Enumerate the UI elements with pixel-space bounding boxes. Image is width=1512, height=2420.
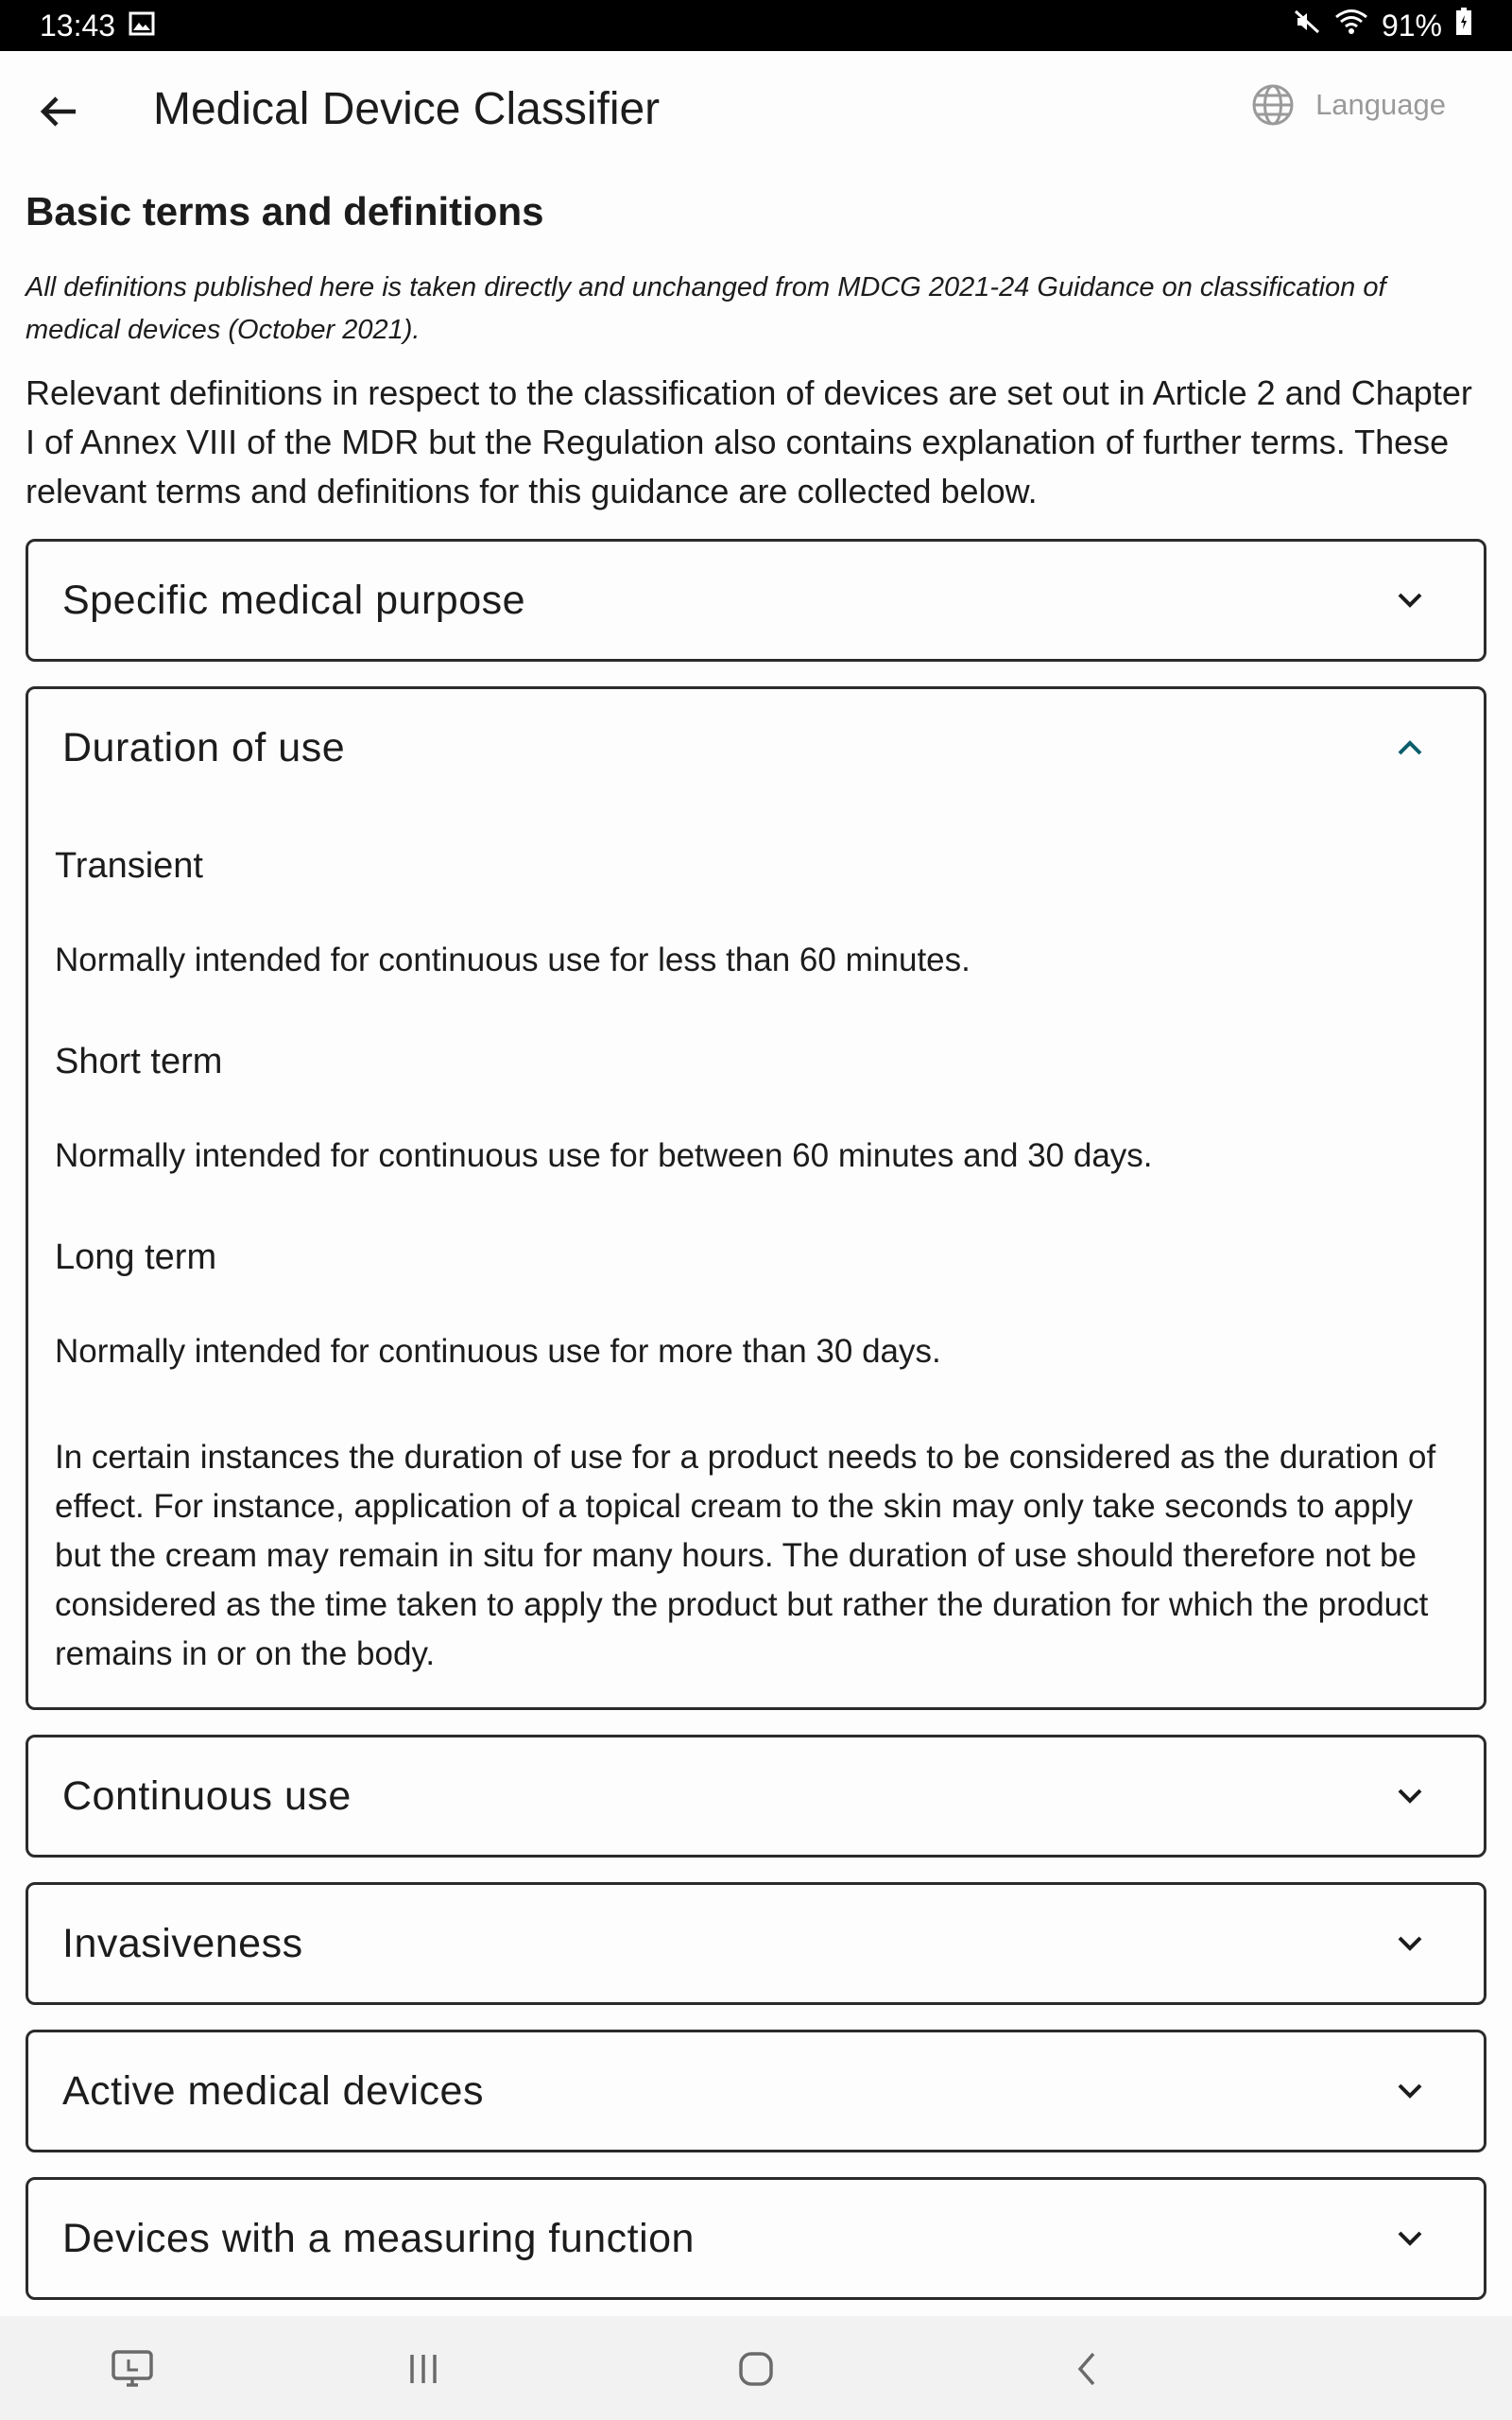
wifi-icon (1334, 8, 1368, 43)
system-back-button[interactable] (1060, 2342, 1113, 2395)
app-bar: Medical Device Classifier Language (0, 51, 1512, 168)
term-definition: Normally intended for continuous use for… (55, 942, 971, 978)
accordion-item-duration-of-use: Duration of use Transient Normally inten… (26, 686, 1486, 1710)
recents-icon (410, 2355, 437, 2383)
source-note: All definitions published here is taken … (26, 272, 1386, 345)
accordion-title: Invasiveness (62, 1920, 303, 1966)
system-nav-bar (0, 2316, 1512, 2420)
chevron-left-icon (1077, 2352, 1095, 2386)
chevron-down-icon (1389, 1775, 1431, 1817)
accordion-header[interactable]: Invasiveness (28, 1885, 1484, 2002)
accordion-header[interactable]: Devices with a measuring function (28, 2180, 1484, 2297)
accordion-item-specific-medical-purpose: Specific medical purpose (26, 539, 1486, 662)
home-button[interactable] (730, 2342, 782, 2395)
app-title: Medical Device Classifier (153, 84, 661, 134)
accordion-item-measuring-function: Devices with a measuring function (26, 2177, 1486, 2300)
accordion-item-continuous-use: Continuous use (26, 1735, 1486, 1858)
battery-icon (1455, 8, 1472, 43)
chevron-up-icon (1389, 727, 1431, 769)
screenshot-button[interactable] (106, 2342, 159, 2395)
page-content: Basic terms and definitions All definiti… (26, 168, 1486, 2325)
term-definition: Normally intended for continuous use for… (55, 1333, 941, 1370)
globe-icon (1252, 84, 1294, 126)
back-button[interactable] (28, 81, 89, 142)
accordion-title: Duration of use (62, 724, 346, 770)
mute-icon (1293, 8, 1321, 43)
screen-capture-icon (112, 2350, 153, 2387)
recent-apps-button[interactable] (397, 2342, 450, 2395)
arrow-left-icon (40, 96, 76, 127)
accordion-body: Transient Normally intended for continuo… (28, 806, 1484, 1707)
home-icon (739, 2352, 773, 2386)
term-title: Short term (55, 1042, 223, 1081)
accordion-header[interactable]: Active medical devices (28, 2032, 1484, 2150)
language-label: Language (1315, 88, 1446, 121)
chevron-down-icon (1389, 579, 1431, 621)
accordion-item-invasiveness: Invasiveness (26, 1882, 1486, 2005)
chevron-down-icon (1389, 2218, 1431, 2259)
accordion-title: Devices with a measuring function (62, 2215, 695, 2261)
term-title: Transient (55, 846, 203, 886)
status-bar: 13:43 91% (0, 0, 1512, 51)
duration-note: In certain instances the duration of use… (55, 1439, 1436, 1672)
intro-paragraph: Relevant definitions in respect to the c… (26, 373, 1472, 510)
accordion-header[interactable]: Specific medical purpose (28, 542, 1484, 659)
status-time: 13:43 (40, 8, 116, 43)
accordion-title: Continuous use (62, 1772, 352, 1819)
term-title: Long term (55, 1237, 217, 1277)
image-icon (129, 9, 155, 43)
definitions-accordion: Specific medical purpose Duration of use… (26, 539, 1486, 2300)
accordion-item-active-medical-devices: Active medical devices (26, 2030, 1486, 2152)
accordion-title: Specific medical purpose (62, 577, 526, 623)
chevron-down-icon (1389, 2070, 1431, 2112)
language-button[interactable]: Language (1251, 83, 1446, 127)
battery-level: 91% (1381, 8, 1442, 43)
chevron-down-icon (1389, 1923, 1431, 1964)
section-title: Basic terms and definitions (26, 189, 544, 233)
accordion-header[interactable]: Continuous use (28, 1737, 1484, 1855)
term-definition: Normally intended for continuous use for… (55, 1137, 1153, 1174)
accordion-title: Active medical devices (62, 2067, 484, 2114)
accordion-header[interactable]: Duration of use (28, 689, 1484, 806)
